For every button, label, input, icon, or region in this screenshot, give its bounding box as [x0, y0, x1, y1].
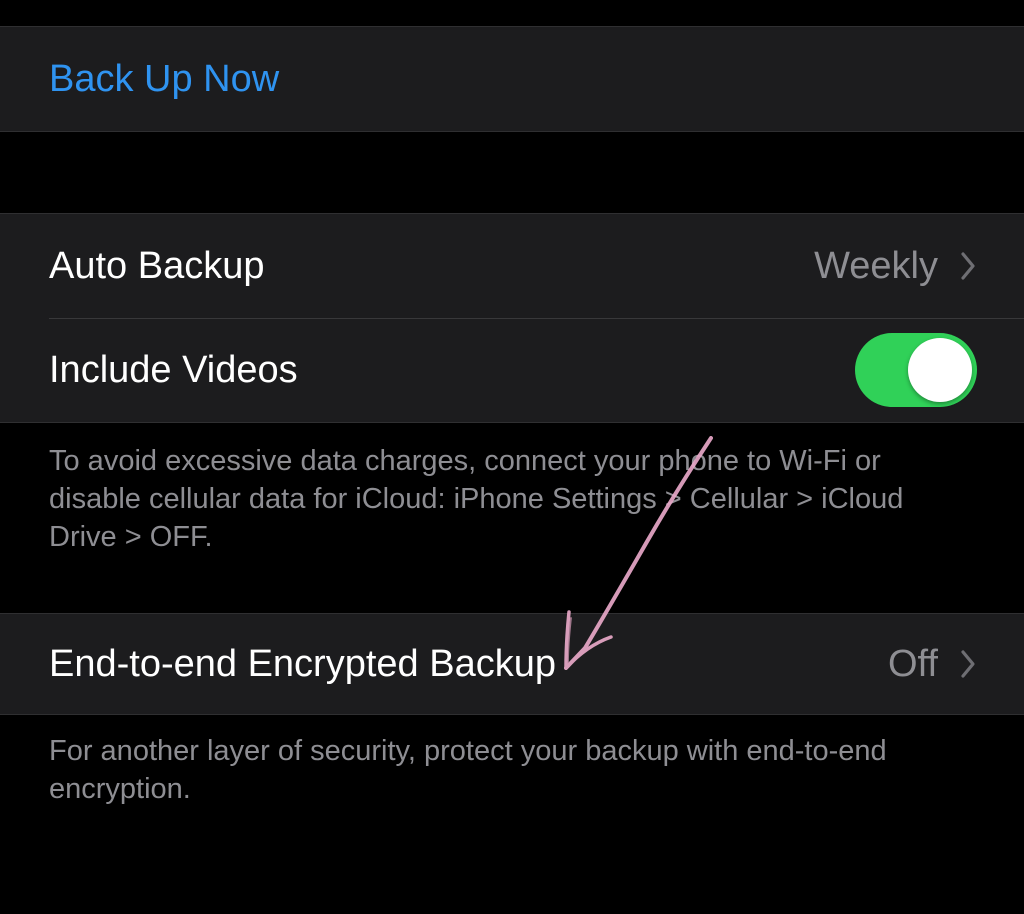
include-videos-cell: Include Videos	[0, 318, 1024, 422]
backup-now-button[interactable]: Back Up Now	[49, 58, 976, 101]
e2e-backup-value: Off	[888, 642, 938, 685]
auto-backup-value: Weekly	[814, 244, 938, 287]
e2e-note: For another layer of security, protect y…	[49, 735, 887, 805]
auto-backup-label: Auto Backup	[49, 244, 265, 287]
e2e-backup-cell[interactable]: End-to-end Encrypted Backup Off	[0, 614, 1024, 714]
chevron-right-icon	[960, 251, 976, 281]
chevron-right-icon	[960, 649, 976, 679]
include-videos-label: Include Videos	[49, 348, 298, 391]
e2e-backup-label: End-to-end Encrypted Backup	[49, 642, 556, 685]
toggle-knob	[908, 338, 972, 402]
backup-options-group: Auto Backup Weekly Include Videos	[0, 213, 1024, 423]
backup-settings-screen: Back Up Now Auto Backup Weekly Include V…	[0, 0, 1024, 914]
data-charges-note: To avoid excessive data charges, connect…	[49, 445, 904, 553]
auto-backup-cell[interactable]: Auto Backup Weekly	[0, 214, 1024, 318]
backup-now-cell[interactable]: Back Up Now	[0, 27, 1024, 131]
include-videos-toggle[interactable]	[855, 333, 977, 407]
backup-now-group: Back Up Now	[0, 26, 1024, 132]
e2e-backup-group: End-to-end Encrypted Backup Off	[0, 613, 1024, 715]
